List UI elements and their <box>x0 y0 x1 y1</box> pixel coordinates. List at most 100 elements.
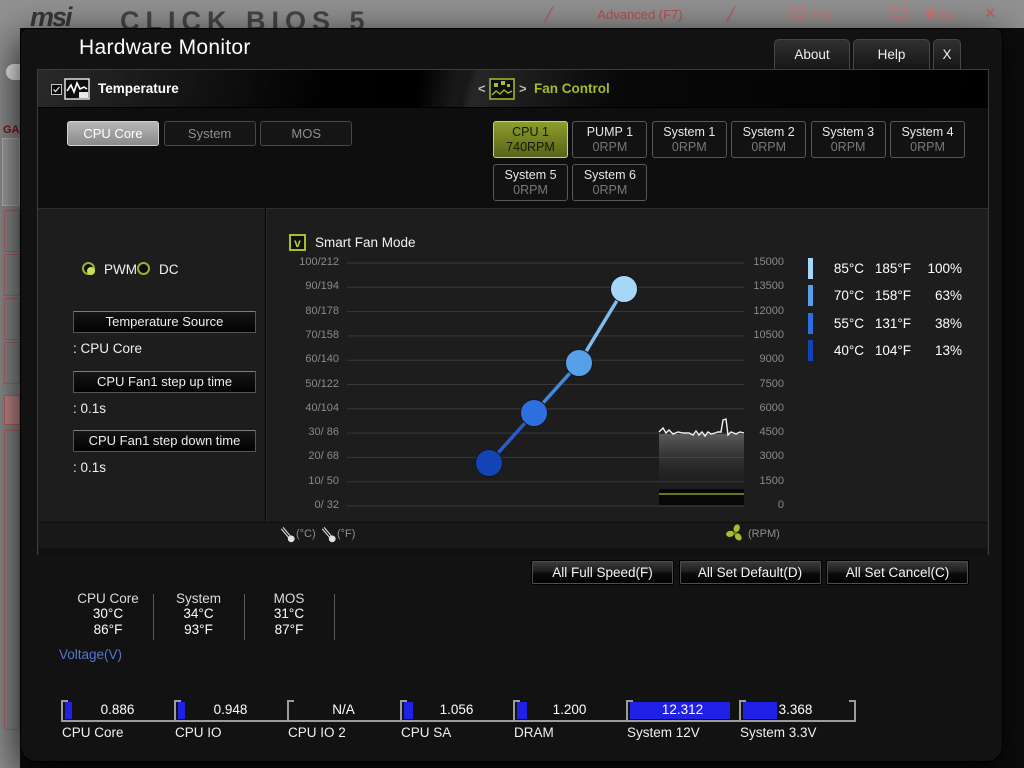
fan-button-system6[interactable]: System 60RPM <box>572 164 647 201</box>
panel-footer <box>39 548 987 555</box>
voltage-cpu-io: 0.948CPU IO <box>174 700 287 746</box>
legend-color-bar <box>808 285 813 306</box>
step-up-time-button[interactable]: CPU Fan1 step up time <box>73 371 256 393</box>
left-axis-tick: 0/ 32 <box>239 499 339 511</box>
voltage-cpu-io2: N/ACPU IO 2 <box>287 700 400 746</box>
status-divider <box>334 594 335 640</box>
status-mos: MOS31°C87°F <box>229 591 349 638</box>
user-icon <box>925 8 936 19</box>
bios-close-icon[interactable]: × <box>985 3 996 24</box>
radio-circle <box>137 262 150 275</box>
axis-units-strip <box>39 522 987 548</box>
left-axis-tick: 10/ 50 <box>239 475 339 487</box>
right-axis-tick: 0 <box>684 499 784 511</box>
legend-row: 40°C104°F13% <box>808 340 966 362</box>
advanced-mode-label[interactable]: Advanced (F7) <box>560 7 720 22</box>
left-axis-tick: 50/122 <box>239 378 339 390</box>
window-title: Hardware Monitor <box>79 36 251 60</box>
step-down-time-value: : 0.1s <box>73 460 256 475</box>
radio-circle <box>82 262 95 275</box>
bios-menu-cell <box>4 342 20 384</box>
bios-sidebar-box <box>2 138 20 206</box>
screen: msi CLICK BIOS 5 Advanced (F7) F12 En × … <box>0 0 1024 768</box>
step-down-time-button[interactable]: CPU Fan1 step down time <box>73 430 256 452</box>
legend-color-bar <box>808 258 813 279</box>
step-up-time-value: : 0.1s <box>73 401 256 416</box>
right-axis-tick: 9000 <box>684 353 784 365</box>
smart-fan-label: Smart Fan Mode <box>315 235 416 250</box>
legend-color-bar <box>808 313 813 334</box>
temperature-chart-icon <box>64 77 90 101</box>
tab-cpu-core[interactable]: CPU Core <box>67 121 159 146</box>
fan-control-section-title: Fan Control <box>534 81 610 96</box>
bios-menu-panel <box>4 430 20 730</box>
all-full-speed-button[interactable]: All Full Speed(F) <box>531 560 674 585</box>
field-step-down-time: CPU Fan1 step down time : 0.1s <box>73 430 256 475</box>
language-switch[interactable]: En <box>939 8 954 22</box>
legend-row: 70°C158°F63% <box>808 285 966 307</box>
about-button[interactable]: About <box>774 39 850 69</box>
monitor-panel: Temperature < > Fan Control CPU Core Sys… <box>37 69 989 555</box>
close-button[interactable]: X <box>933 39 961 69</box>
decor-slash <box>544 6 554 23</box>
bios-menu-cell <box>4 298 20 340</box>
monitor-icon[interactable] <box>890 7 908 20</box>
fan-button-system1[interactable]: System 10RPM <box>652 121 727 158</box>
fan-button-system2[interactable]: System 20RPM <box>731 121 806 158</box>
status-divider <box>244 594 245 640</box>
bios-left-strip: GA <box>0 28 20 768</box>
temperature-source-button[interactable]: Temperature Source <box>73 311 256 333</box>
rpm-unit-label: (RPM) <box>748 528 780 540</box>
all-set-cancel-button[interactable]: All Set Cancel(C) <box>826 560 969 585</box>
tab-system[interactable]: System <box>164 121 256 146</box>
left-axis-tick: 60/140 <box>239 353 339 365</box>
status-divider <box>153 594 154 640</box>
voltage-section-title: Voltage(V) <box>59 647 122 662</box>
fan-next-arrow[interactable]: > <box>519 81 527 96</box>
voltage-cpu-core: 0.886CPU Core <box>61 700 174 746</box>
legend-row: 55°C131°F38% <box>808 313 966 335</box>
celsius-unit-label: (°C) <box>296 528 316 540</box>
fan-button-system3[interactable]: System 30RPM <box>811 121 886 158</box>
fan-rpm-icon <box>726 524 744 542</box>
fan-control-icon <box>489 77 515 101</box>
help-button[interactable]: Help <box>853 39 930 69</box>
left-axis-tick: 90/194 <box>239 280 339 292</box>
right-axis-tick: 3000 <box>684 450 784 462</box>
fan-button-pump1[interactable]: PUMP 10RPM <box>572 121 647 158</box>
all-set-default-button[interactable]: All Set Default(D) <box>679 560 822 585</box>
right-axis-tick: 6000 <box>684 402 784 414</box>
bios-menu-cell <box>4 254 20 296</box>
fan-button-system5[interactable]: System 50RPM <box>493 164 568 201</box>
left-axis-tick: 40/104 <box>239 402 339 414</box>
fan-prev-arrow[interactable]: < <box>478 81 486 96</box>
bios-top-bar: msi CLICK BIOS 5 Advanced (F7) F12 En × <box>0 0 1024 28</box>
collapse-checkbox-icon[interactable] <box>51 84 62 95</box>
voltage-system-12v: 12.312System 12V <box>626 700 739 746</box>
panel-header: Temperature < > Fan Control <box>38 70 988 108</box>
smart-fan-checkbox[interactable]: v <box>289 234 306 251</box>
decor-slash <box>726 6 736 23</box>
left-axis-tick: 30/ 86 <box>239 426 339 438</box>
bios-menu-cell-active <box>4 395 20 425</box>
legend-color-bar <box>808 340 813 361</box>
bios-sidebar-text: GA <box>3 124 20 136</box>
legend-row: 85°C185°F100% <box>808 258 966 280</box>
right-axis-tick: 13500 <box>684 280 784 292</box>
fan-button-system4[interactable]: System 40RPM <box>890 121 965 158</box>
screenshot-icon[interactable] <box>790 8 806 20</box>
screenshot-hotkey: F12 <box>812 8 833 22</box>
fan-button-cpu1[interactable]: CPU 1740RPM <box>493 121 568 158</box>
left-axis-tick: 100/212 <box>239 256 339 268</box>
tab-mos[interactable]: MOS <box>260 121 352 146</box>
right-axis-tick: 7500 <box>684 378 784 390</box>
right-axis-tick: 12000 <box>684 305 784 317</box>
right-axis-tick: 4500 <box>684 426 784 438</box>
left-axis-tick: 70/158 <box>239 329 339 341</box>
voltage-cpu-sa: 1.056CPU SA <box>400 700 513 746</box>
thermometer-celsius-icon <box>278 524 298 546</box>
voltage-end-tick <box>854 700 856 722</box>
fahrenheit-unit-label: (°F) <box>337 528 355 540</box>
field-step-up-time: CPU Fan1 step up time : 0.1s <box>73 371 256 416</box>
temperature-source-value: : CPU Core <box>73 341 256 356</box>
